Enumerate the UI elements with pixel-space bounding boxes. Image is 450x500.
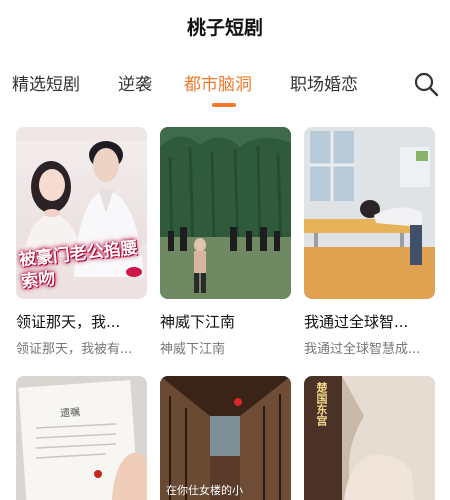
drama-card[interactable]: 遗嘱 [16, 376, 147, 500]
active-tab-indicator [212, 103, 236, 107]
tab-workplace-romance[interactable]: 职场婚恋 [290, 70, 358, 95]
drama-poster [160, 127, 291, 299]
poster-title-text: 楚国东宫 [315, 382, 328, 426]
drama-card[interactable]: 在你仕女楼的小 [160, 376, 291, 500]
drama-title: 领证那天，我... [16, 313, 121, 331]
kiss-mark-icon [126, 267, 142, 277]
drama-title: 我通过全球智... [304, 313, 409, 331]
drama-card[interactable]: 神威下江南 神威下江南 [160, 127, 291, 357]
poster-title-text: 在你仕女楼的小 [166, 484, 243, 497]
app-title: 桃子短剧 [186, 16, 263, 39]
drama-poster: 楚国东宫 [304, 376, 435, 500]
drama-poster: 遗嘱 [16, 376, 147, 500]
drama-card[interactable]: 我通过全球智... 我通过全球智慧成... [304, 127, 435, 357]
poster-title-text: 遗嘱 [59, 407, 81, 420]
search-button[interactable] [412, 70, 440, 98]
tab-urban-fantasy[interactable]: 都市脑洞 [184, 70, 252, 95]
category-tabs: 精选短剧 逆袭 都市脑洞 职场婚恋 [0, 62, 450, 112]
drama-subtitle: 领证那天，我被有... [16, 342, 133, 357]
drama-title: 神威下江南 [160, 313, 236, 331]
drama-card[interactable]: 楚国东宫 [304, 376, 435, 500]
drama-poster [304, 127, 435, 299]
drama-poster: 被豪门老公掐腰索吻 [16, 127, 147, 299]
drama-subtitle: 我通过全球智慧成... [304, 342, 421, 357]
drama-poster: 在你仕女楼的小 [160, 376, 291, 500]
tab-featured[interactable]: 精选短剧 [12, 70, 80, 95]
tab-comeback[interactable]: 逆袭 [118, 70, 152, 95]
drama-card[interactable]: 被豪门老公掐腰索吻 领证那天，我... 领证那天，我被有... [16, 127, 147, 357]
search-icon [414, 72, 439, 97]
drama-subtitle: 神威下江南 [160, 342, 226, 357]
